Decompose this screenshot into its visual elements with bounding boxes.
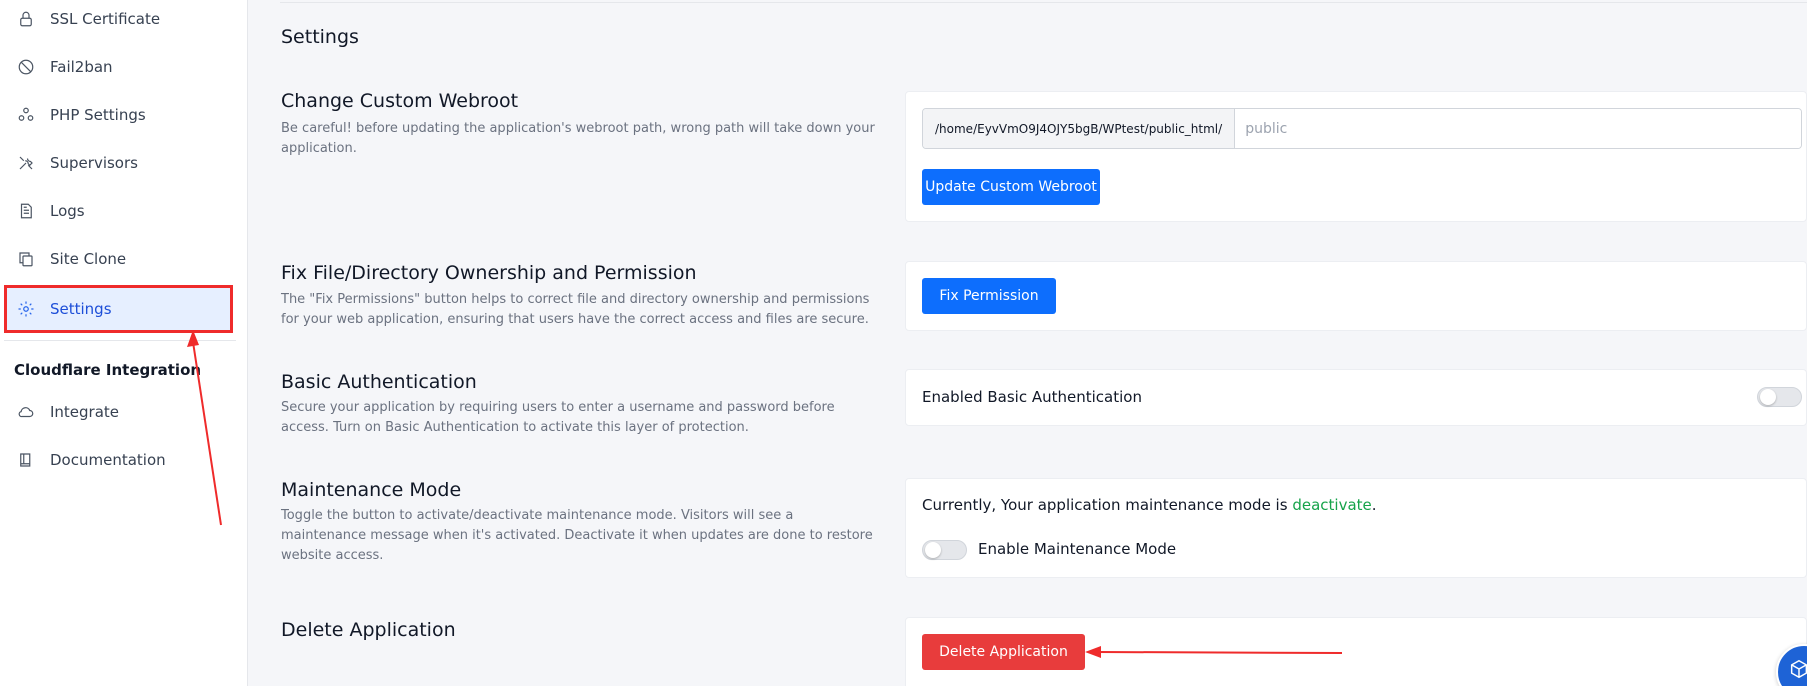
cloud-icon — [16, 402, 36, 422]
sidebar-item-label: Supervisors — [50, 154, 138, 172]
delete-application-button[interactable]: Delete Application — [922, 634, 1085, 670]
php-icon — [16, 105, 36, 125]
webroot-section-title: Change Custom Webroot — [281, 90, 519, 112]
fix-permission-button[interactable]: Fix Permission — [922, 278, 1056, 314]
sidebar-group-title: Cloudflare Integration — [14, 361, 202, 379]
sidebar-item-label: Documentation — [50, 451, 166, 469]
webroot-prefix: /home/EyvVmO9J4OJY5bgB/WPtest/public_htm… — [923, 109, 1236, 148]
sidebar-item-label: PHP Settings — [50, 106, 146, 124]
basic-auth-section-description: Secure your application by requiring use… — [281, 400, 835, 435]
sidebar-item-documentation[interactable]: Documentation — [4, 438, 233, 482]
webroot-input[interactable] — [1235, 109, 1801, 148]
webroot-card: /home/EyvVmO9J4OJY5bgB/WPtest/public_htm… — [905, 91, 1807, 222]
sidebar-item-supervisors[interactable]: Supervisors — [4, 141, 233, 185]
toggle-knob — [1760, 389, 1776, 405]
sidebar-item-settings[interactable]: Settings — [4, 285, 233, 333]
sidebar-item-label: Settings — [50, 300, 112, 318]
sidebar-item-label: Fail2ban — [50, 58, 113, 76]
maintenance-status-text: Currently, Your application maintenance … — [922, 496, 1377, 514]
maintenance-status-suffix: . — [1371, 496, 1377, 514]
sidebar-item-site-clone[interactable]: Site Clone — [4, 237, 233, 281]
delete-card: Delete Application — [905, 617, 1807, 686]
sidebar-item-ssl-certificate[interactable]: SSL Certificate — [4, 0, 233, 41]
permission-card: Fix Permission — [905, 261, 1807, 331]
toggle-knob — [925, 542, 941, 558]
lock-icon — [16, 9, 36, 29]
permission-section-title: Fix File/Directory Ownership and Permiss… — [281, 262, 697, 284]
webroot-input-group: /home/EyvVmO9J4OJY5bgB/WPtest/public_htm… — [922, 108, 1802, 149]
tools-icon — [16, 153, 36, 173]
webroot-section-description: Be careful! before updating the applicat… — [281, 121, 875, 156]
document-icon — [16, 201, 36, 221]
sidebar-item-logs[interactable]: Logs — [4, 189, 233, 233]
maintenance-section-description: Toggle the button to activate/deactivate… — [281, 508, 873, 563]
sidebar-item-label: Integrate — [50, 403, 120, 421]
basic-auth-toggle[interactable] — [1757, 387, 1802, 407]
basic-auth-card: Enabled Basic Authentication — [905, 369, 1807, 426]
sidebar-item-label: Logs — [50, 202, 85, 220]
ban-icon — [16, 57, 36, 77]
gear-icon — [16, 299, 36, 319]
sidebar-item-php-settings[interactable]: PHP Settings — [4, 93, 233, 137]
maintenance-section-title: Maintenance Mode — [281, 479, 462, 501]
permission-section-description: The "Fix Permissions" button helps to co… — [281, 292, 870, 327]
sidebar: SSL Certificate Fail2ban PHP Settings Su… — [0, 0, 248, 686]
basic-auth-label: Enabled Basic Authentication — [922, 388, 1142, 406]
update-webroot-button[interactable]: Update Custom Webroot — [922, 169, 1100, 205]
maintenance-status-value: deactivate — [1292, 496, 1372, 514]
cube-icon — [1790, 659, 1807, 679]
top-divider — [280, 2, 1807, 3]
delete-section-title: Delete Application — [281, 619, 456, 641]
book-icon — [16, 450, 36, 470]
basic-auth-section-title: Basic Authentication — [281, 371, 477, 393]
maintenance-status-prefix: Currently, Your application maintenance … — [922, 496, 1288, 514]
maintenance-card: Currently, Your application maintenance … — [905, 478, 1807, 578]
sidebar-item-integrate[interactable]: Integrate — [4, 390, 233, 434]
page-title: Settings — [281, 26, 359, 48]
sidebar-item-fail2ban[interactable]: Fail2ban — [4, 45, 233, 89]
sidebar-item-label: SSL Certificate — [50, 10, 161, 28]
sidebar-item-label: Site Clone — [50, 250, 127, 268]
copy-icon — [16, 249, 36, 269]
sidebar-divider — [4, 340, 236, 341]
maintenance-toggle[interactable] — [922, 540, 967, 560]
maintenance-toggle-label: Enable Maintenance Mode — [978, 540, 1177, 558]
